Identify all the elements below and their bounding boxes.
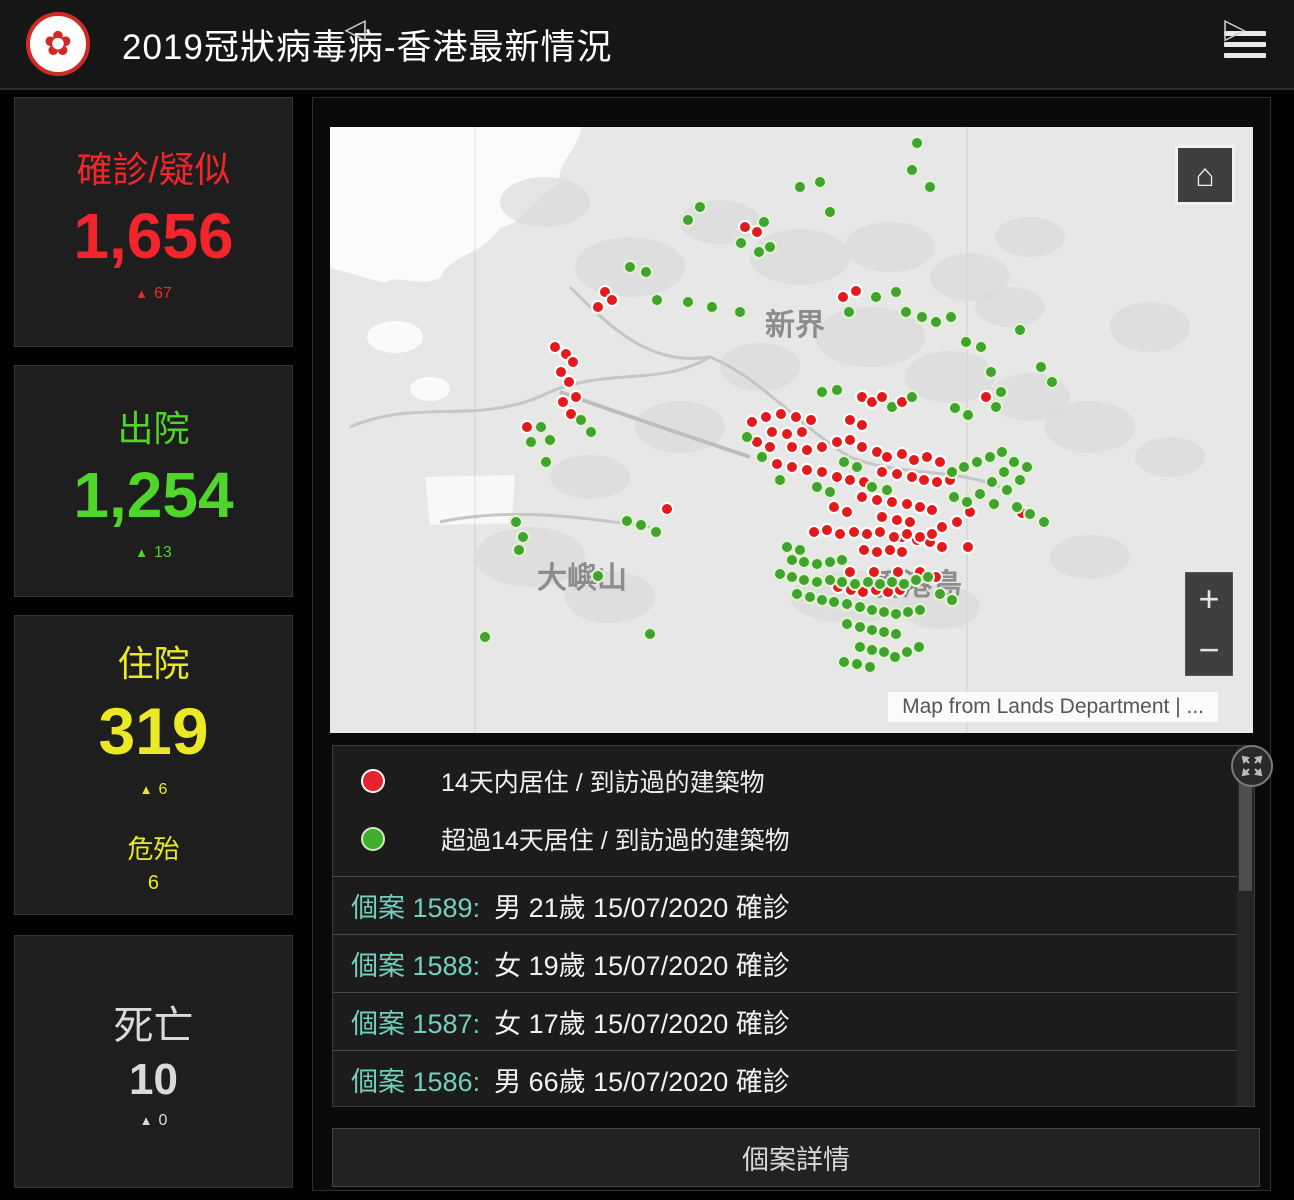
map-attribution[interactable]: Map from Lands Department | ...	[888, 692, 1218, 722]
green-dot-icon	[361, 827, 385, 851]
case-row[interactable]: 個案 1586: 男 66歲 15/07/2020 確診	[333, 1050, 1237, 1107]
stat-value: 319	[98, 697, 208, 766]
case-number: 個案 1586:	[351, 1060, 480, 1099]
case-detail: 男 21歲 15/07/2020 確診	[494, 886, 790, 925]
stat-card-deaths: 死亡 10 ▲0	[14, 935, 293, 1188]
stat-value: 1,656	[73, 203, 233, 270]
app-header: ✿ 2019冠狀病毒病-香港最新情況	[0, 0, 1294, 90]
zoom-out-button[interactable]: −	[1186, 624, 1232, 675]
stat-label: 死亡	[114, 993, 194, 1051]
map-canvas: 新界 大嶼山 香港島	[330, 127, 1253, 733]
case-detail: 女 19歲 15/07/2020 確診	[494, 944, 790, 983]
stat-delta: ▲0	[140, 1112, 168, 1130]
critical-value: 6	[127, 872, 179, 895]
legend-row-over14: 超過14天居住 / 到訪過的建築物	[333, 816, 1254, 862]
stat-delta: ▲13	[135, 544, 172, 562]
case-list-panel: 14天内居住 / 到訪過的建築物 超過14天居住 / 到訪過的建築物 個案 15…	[332, 745, 1255, 1107]
map-home-button[interactable]: ⌂	[1178, 148, 1232, 202]
case-row[interactable]: 個案 1587: 女 17歲 15/07/2020 確診	[333, 992, 1237, 1050]
case-row[interactable]: 個案 1589: 男 21歲 15/07/2020 確診	[333, 876, 1237, 934]
stat-value: 1,254	[73, 462, 233, 529]
hong-kong-map[interactable]: 新界 大嶼山 香港島 ⌂ + − Map from Lands Departme…	[330, 127, 1253, 733]
critical-block: 危殆 6	[127, 829, 179, 895]
case-detail: 男 66歲 15/07/2020 確診	[494, 1060, 790, 1099]
stat-card-discharged: 出院 1,254 ▲13	[14, 365, 293, 597]
legend-label: 超過14天居住 / 到訪過的建築物	[441, 821, 790, 857]
hk-emblem-logo: ✿	[26, 12, 90, 76]
up-triangle-icon: ▲	[135, 545, 148, 560]
tab-label: 個案詳情	[742, 1138, 850, 1177]
map-label-new-territories: 新界	[765, 309, 825, 342]
stat-card-hospitalised: 住院 319 ▲6 危殆 6	[14, 615, 293, 915]
zoom-in-button[interactable]: +	[1186, 573, 1232, 624]
map-zoom-control: + −	[1186, 573, 1232, 675]
stat-delta: ▲6	[140, 781, 168, 799]
red-dot-icon	[361, 769, 385, 793]
up-triangle-icon: ▲	[135, 286, 148, 301]
up-triangle-icon: ▲	[140, 782, 153, 797]
stat-value: 10	[129, 1057, 178, 1103]
case-rows: 個案 1589: 男 21歲 15/07/2020 確診 個案 1588: 女 …	[333, 876, 1254, 1107]
map-label-lantau: 大嶼山	[537, 562, 627, 595]
expand-panel-button[interactable]	[1231, 745, 1273, 787]
stat-label: 住院	[117, 635, 189, 687]
case-number: 個案 1589:	[351, 886, 480, 925]
home-icon: ⌂	[1195, 159, 1214, 191]
case-row[interactable]: 個案 1588: 女 19歲 15/07/2020 確診	[333, 934, 1237, 992]
stat-label: 出院	[117, 400, 189, 452]
case-number: 個案 1588:	[351, 944, 480, 983]
prev-tab-arrow[interactable]: ◁	[332, 0, 378, 57]
bauhinia-flower-icon: ✿	[44, 27, 73, 61]
stat-label: 確診/疑似	[76, 141, 230, 193]
legend-row-recent: 14天内居住 / 到訪過的建築物	[333, 758, 1254, 804]
up-triangle-icon: ▲	[140, 1113, 153, 1128]
four-arrows-expand-icon	[1240, 754, 1264, 778]
next-tab-arrow[interactable]: ▷	[1212, 0, 1258, 57]
legend-label: 14天内居住 / 到訪過的建築物	[441, 763, 765, 799]
case-number: 個案 1587:	[351, 1002, 480, 1041]
case-detail: 女 17歲 15/07/2020 確診	[494, 1002, 790, 1041]
stat-delta: ▲67	[135, 285, 172, 303]
stat-card-confirmed: 確診/疑似 1,656 ▲67	[14, 97, 293, 347]
case-scrollbar[interactable]	[1237, 746, 1254, 1106]
case-detail-tab-bar[interactable]: 個案詳情	[332, 1128, 1260, 1187]
critical-label: 危殆	[127, 829, 179, 866]
